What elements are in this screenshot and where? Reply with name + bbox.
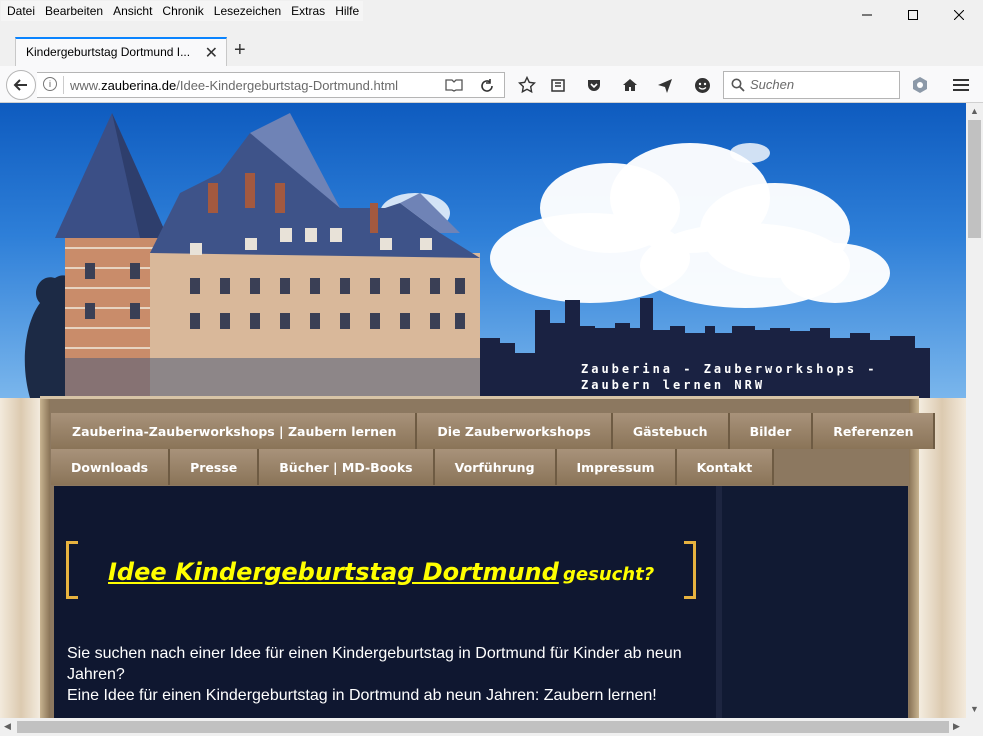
nav-die-zauberworkshops[interactable]: Die Zauberworkshops [417, 413, 613, 449]
site-tagline: Zauberina - Zauberworkshops - Zaubern le… [581, 362, 878, 392]
search-input[interactable] [750, 77, 890, 92]
nav-row-1: Zauberina-Zauberworkshops | Zaubern lern… [51, 413, 936, 449]
nav-row-2: Downloads Presse Bücher | MD-Books Vorfü… [51, 449, 775, 485]
paragraph-line-1: Sie suchen nach einer Idee für einen Kin… [67, 645, 682, 683]
nav-gaestebuch[interactable]: Gästebuch [612, 413, 730, 449]
pocket-icon[interactable] [584, 75, 604, 95]
menu-chronik[interactable]: Chronik [156, 1, 207, 21]
nav-downloads[interactable]: Downloads [51, 449, 171, 485]
menu-datei[interactable]: Datei [1, 1, 39, 21]
right-sidebar [722, 486, 908, 718]
menu-extras[interactable]: Extras [285, 1, 329, 21]
home-icon[interactable] [620, 75, 640, 95]
castle-image [55, 113, 480, 398]
extension-icon[interactable] [910, 75, 930, 95]
menu-bearbeiten[interactable]: Bearbeiten [39, 1, 107, 21]
url-separator [63, 76, 64, 94]
search-icon [731, 78, 745, 92]
horizontal-scroll-thumb[interactable] [17, 721, 949, 733]
url-bar[interactable]: i www.zauberina.de/Idee-Kindergeburtstag… [37, 72, 505, 98]
nav-zauberworkshops-zaubern-lernen[interactable]: Zauberina-Zauberworkshops | Zaubern lern… [51, 413, 418, 449]
headline-link[interactable]: Idee Kindergeburtstag Dortmund [108, 558, 559, 586]
url-path: /Idee-Kindergeburtstag-Dortmund.html [176, 78, 399, 93]
new-tab-button[interactable]: + [234, 39, 246, 62]
menu-ansicht[interactable]: Ansicht [107, 1, 156, 21]
intro-paragraph: Sie suchen nach einer Idee für einen Kin… [67, 643, 707, 706]
nav-kontakt[interactable]: Kontakt [676, 449, 775, 485]
back-button[interactable] [6, 70, 36, 100]
send-icon[interactable] [655, 75, 675, 95]
search-bar [723, 71, 900, 99]
horizontal-scrollbar[interactable]: ◀ ▶ [0, 718, 966, 736]
scrollbar-corner [966, 718, 983, 736]
maximize-icon [908, 10, 918, 20]
nav-bilder[interactable]: Bilder [729, 413, 814, 449]
reload-icon[interactable] [479, 75, 495, 99]
vertical-scroll-thumb[interactable] [968, 120, 981, 238]
tab-strip: Kindergeburtstag Dortmund I... ✕ + [0, 24, 983, 66]
scroll-right-icon[interactable]: ▶ [953, 721, 960, 732]
cloud [780, 243, 890, 303]
headline-bracket-right [684, 541, 696, 599]
url-text: www.zauberina.de/Idee-Kindergeburtstag-D… [70, 78, 398, 93]
headline-suffix: gesucht? [563, 564, 655, 585]
menu-hilfe[interactable]: Hilfe [329, 1, 363, 21]
nav-vorfuehrung[interactable]: Vorführung [434, 449, 557, 485]
nav-buecher-md-books[interactable]: Bücher | MD-Books [259, 449, 435, 485]
frame-rail-left [40, 399, 50, 718]
navigation-toolbar: i www.zauberina.de/Idee-Kindergeburtstag… [0, 66, 983, 103]
info-icon[interactable]: i [43, 77, 57, 91]
url-prefix: www. [70, 78, 102, 93]
smiley-icon[interactable] [692, 75, 712, 95]
minimize-icon [862, 14, 872, 16]
headline-bracket-left [66, 541, 78, 599]
nav-impressum[interactable]: Impressum [556, 449, 677, 485]
menu-bar: Datei Bearbeiten Ansicht Chronik Lesezei… [0, 0, 983, 24]
scroll-up-icon[interactable]: ▲ [970, 106, 979, 116]
tab-title: Kindergeburtstag Dortmund I... [26, 45, 191, 59]
nav-presse[interactable]: Presse [170, 449, 260, 485]
back-arrow-icon [13, 79, 27, 91]
library-icon[interactable] [548, 75, 568, 95]
tab-active[interactable]: Kindergeburtstag Dortmund I... ✕ [15, 37, 227, 66]
hamburger-menu-icon[interactable] [951, 75, 971, 95]
menu-lesezeichen[interactable]: Lesezeichen [208, 1, 285, 21]
left-pillar [0, 398, 42, 718]
nav-referenzen[interactable]: Referenzen [813, 413, 936, 449]
page-viewport: Zauberina - Zauberworkshops - Zaubern le… [0, 103, 966, 718]
paragraph-line-2: Eine Idee für einen Kindergeburtstag in … [67, 687, 657, 704]
header-banner: Zauberina - Zauberworkshops - Zaubern le… [0, 103, 966, 398]
vertical-scrollbar[interactable]: ▲ ▼ [966, 103, 983, 718]
menu-list: Datei Bearbeiten Ansicht Chronik Lesezei… [1, 1, 364, 21]
scroll-left-icon[interactable]: ◀ [4, 721, 11, 732]
url-domain: zauberina.de [101, 78, 177, 93]
star-icon[interactable] [517, 75, 537, 95]
tab-close-icon[interactable]: ✕ [205, 43, 218, 63]
close-icon [954, 10, 964, 20]
page-headline: Idee Kindergeburtstag Dortmund gesucht? [108, 558, 654, 586]
reader-view-icon[interactable] [445, 77, 463, 96]
cloud [730, 143, 770, 163]
scroll-down-icon[interactable]: ▼ [970, 704, 979, 714]
